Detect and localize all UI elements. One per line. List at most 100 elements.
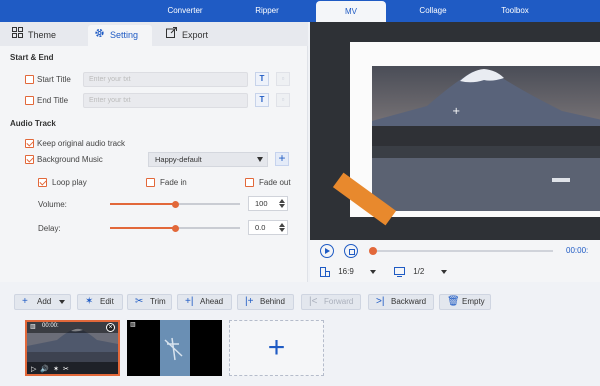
aspect-ratio-value: 16:9	[338, 267, 354, 277]
volume-slider-fill	[110, 203, 175, 205]
end-title-settings-button[interactable]: ▫	[276, 93, 290, 107]
timeline: ▥ 00:00: × ▷🔊✶✂ ▥ +	[0, 312, 600, 386]
loop-play-checkbox[interactable]	[38, 178, 47, 187]
music-select-value: Happy-default	[155, 155, 202, 164]
tab-toolbox[interactable]: Toolbox	[480, 0, 550, 22]
screen-selector[interactable]: 1/2	[394, 267, 447, 277]
subtab-export[interactable]: Export	[160, 26, 230, 44]
subtab-setting[interactable]: Setting	[88, 25, 152, 46]
clip-actions[interactable]: ▷🔊✶✂	[31, 365, 73, 373]
delay-label: Delay:	[38, 224, 61, 233]
forward-button[interactable]: |< Forward	[301, 294, 361, 310]
keep-original-audio-label: Keep original audio track	[37, 139, 126, 148]
fade-out-label: Fade out	[259, 178, 291, 187]
start-title-text-button[interactable]: T	[255, 72, 269, 86]
forward-icon: |<	[309, 296, 318, 307]
volume-stepper[interactable]: 100	[248, 196, 288, 211]
doc-icon: ▫	[281, 95, 285, 104]
screen-value: 1/2	[413, 267, 425, 277]
backward-button-label: Backward	[391, 297, 427, 306]
tab-converter[interactable]: Converter	[150, 0, 220, 22]
fade-in-checkbox[interactable]	[146, 178, 155, 187]
volume-value: 100	[255, 199, 268, 208]
background-music-checkbox[interactable]	[25, 155, 34, 164]
music-select[interactable]: Happy-default	[148, 152, 268, 167]
plus-icon: +	[22, 296, 28, 307]
end-title-input[interactable]: Enter your txt	[83, 93, 248, 108]
start-title-settings-button[interactable]: ▫	[276, 72, 290, 86]
preview-frame: +	[350, 42, 600, 217]
chevron-down-icon	[59, 299, 66, 304]
add-button[interactable]: + Add	[14, 294, 71, 310]
end-title-text-button[interactable]: T	[255, 93, 269, 107]
progress-bar[interactable]	[373, 250, 553, 252]
timeline-clip[interactable]: ▥ 00:00: × ▷🔊✶✂	[25, 320, 120, 376]
backward-icon: >|	[376, 296, 385, 307]
end-title-checkbox[interactable]	[25, 96, 34, 105]
fade-in-label: Fade in	[160, 178, 187, 187]
plus-icon: +	[267, 331, 286, 364]
delay-stepper[interactable]: 0.0	[248, 220, 288, 235]
start-title-checkbox[interactable]	[25, 75, 34, 84]
start-end-heading: Start & End	[10, 53, 54, 62]
scissors-icon: ✂	[135, 296, 144, 307]
edit-button[interactable]: ✶ Edit	[77, 294, 123, 310]
settings-panel: Theme Setting Export Start & End Start T…	[0, 22, 308, 282]
timecode: 00:00:	[566, 246, 589, 255]
behind-button-label: Behind	[260, 297, 285, 306]
subtab-export-label: Export	[182, 30, 209, 40]
subtab-setting-label: Setting	[110, 30, 139, 40]
add-clip-placeholder[interactable]: +	[229, 320, 324, 376]
svg-text:+: +	[452, 106, 460, 117]
spin-down-icon[interactable]	[279, 228, 285, 232]
tab-ripper[interactable]: Ripper	[232, 0, 302, 22]
export-icon	[166, 26, 177, 44]
backward-button[interactable]: >| Backward	[368, 294, 434, 310]
delay-value: 0.0	[255, 223, 266, 232]
behind-button[interactable]: |+ Behind	[237, 294, 294, 310]
chevron-down-icon	[370, 270, 377, 274]
spin-down-icon[interactable]	[279, 204, 285, 208]
spin-up-icon[interactable]	[279, 223, 285, 227]
ahead-button-label: Ahead	[200, 297, 224, 306]
monitor-icon	[394, 267, 407, 277]
delay-slider-fill	[110, 227, 175, 229]
audio-track-heading: Audio Track	[10, 119, 56, 128]
film-icon: ▥	[130, 322, 136, 328]
add-button-label: Add	[37, 297, 52, 306]
stop-button[interactable]	[344, 244, 358, 258]
top-navigation: Converter Ripper MV Collage Toolbox	[0, 0, 600, 22]
empty-button-label: Empty	[462, 297, 485, 306]
timeline-clip[interactable]: ▥	[127, 320, 222, 376]
sub-tabs: Theme Setting Export	[0, 22, 308, 46]
empty-button[interactable]: 🗑 Empty	[439, 294, 491, 310]
trim-button-label: Trim	[150, 297, 166, 306]
start-title-input[interactable]: Enter your txt	[83, 72, 248, 87]
forward-button-label: Forward	[324, 297, 354, 306]
volume-slider-knob[interactable]	[171, 200, 179, 208]
fade-out-checkbox[interactable]	[245, 178, 254, 187]
delay-slider-knob[interactable]	[171, 224, 179, 232]
spin-up-icon[interactable]	[279, 199, 285, 203]
grid-icon	[12, 26, 23, 44]
loop-play-label: Loop play	[52, 178, 87, 187]
keep-original-audio-checkbox[interactable]	[25, 139, 34, 148]
aspect-ratio-selector[interactable]: 16:9	[320, 267, 377, 277]
film-icon: ▥	[30, 324, 36, 330]
ahead-button[interactable]: +| Ahead	[177, 294, 232, 310]
progress-handle[interactable]	[369, 247, 377, 255]
edit-button-label: Edit	[100, 297, 114, 306]
close-icon[interactable]: ×	[106, 323, 115, 332]
video-preview[interactable]: +	[310, 22, 600, 240]
gear-icon	[94, 25, 105, 46]
magic-wand-icon: ✶	[85, 296, 94, 307]
plus-ahead-icon: +|	[185, 296, 194, 307]
volume-label: Volume:	[38, 200, 67, 209]
trim-button[interactable]: ✂ Trim	[127, 294, 172, 310]
tab-collage[interactable]: Collage	[398, 0, 468, 22]
add-music-button[interactable]: +	[275, 152, 289, 166]
tab-mv[interactable]: MV	[316, 1, 386, 22]
subtab-theme[interactable]: Theme	[6, 26, 78, 44]
play-button[interactable]	[320, 244, 334, 258]
trash-icon: 🗑	[447, 296, 460, 307]
